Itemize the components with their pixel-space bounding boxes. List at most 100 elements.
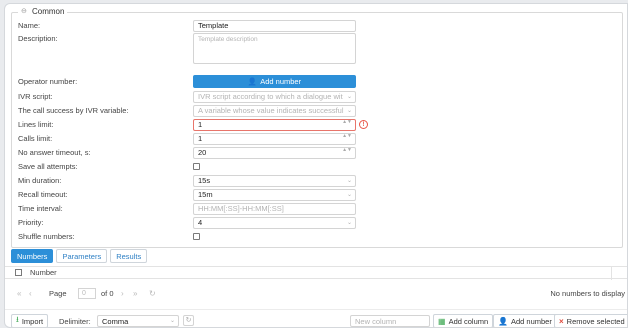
no-answer-label: No answer timeout, s: <box>18 148 91 157</box>
common-fieldset: ⊖ Common Name: Template Description: Tem… <box>11 7 623 248</box>
operator-label: Operator number: <box>18 77 78 86</box>
common-legend[interactable]: ⊖ Common <box>18 7 68 16</box>
new-column-input[interactable]: New column <box>350 315 430 327</box>
time-interval-label: Time interval: <box>18 204 63 213</box>
refresh-icon[interactable]: ↻ <box>149 289 156 298</box>
spinner-icon[interactable]: ▲▼ <box>342 120 352 125</box>
description-textarea[interactable]: Template description <box>193 33 356 64</box>
table-add-icon: ▦ <box>438 316 446 326</box>
bottom-toolbar: ⭳ Import Delimiter: Comma ⌄ ↻ New column… <box>5 309 627 327</box>
delimiter-select[interactable]: Comma ⌄ <box>97 315 179 327</box>
calls-limit-value: 1 <box>198 134 203 143</box>
select-all-checkbox[interactable] <box>15 269 22 276</box>
calls-limit-input[interactable]: 1 ▲▼ <box>193 132 356 145</box>
remove-selected-button[interactable]: × Remove selected <box>554 314 627 327</box>
reset-delimiter-icon[interactable]: ↻ <box>183 315 194 326</box>
shuffle-row: Shuffle numbers: <box>18 230 356 243</box>
tab-results[interactable]: Results <box>110 249 148 263</box>
priority-row: Priority: 4 ⌄ <box>18 216 356 229</box>
min-duration-row: Min duration: 15s ⌄ <box>18 174 356 187</box>
collapse-icon[interactable]: ⊖ <box>21 8 29 16</box>
ivr-variable-placeholder: A variable whose value indicates success… <box>198 106 344 115</box>
time-interval-input[interactable]: HH:MM[:SS]-HH:MM[:SS] <box>193 202 356 215</box>
lines-limit-value: 1 <box>198 120 203 129</box>
remove-selected-label: Remove selected <box>566 316 625 326</box>
prev-page-icon[interactable]: ‹ <box>29 289 32 298</box>
name-input[interactable]: Template <box>193 19 356 32</box>
save-attempts-row: Save all attempts: <box>18 160 356 173</box>
add-number-button[interactable]: 👤 Add number <box>493 314 557 327</box>
spinner-icon[interactable]: ▲▼ <box>342 148 352 153</box>
shuffle-label: Shuffle numbers: <box>18 232 75 241</box>
page-label: Page <box>49 288 67 298</box>
first-page-icon[interactable]: « <box>17 289 21 298</box>
no-answer-value: 20 <box>198 148 207 157</box>
operator-row: Operator number: 👤 Add number <box>18 75 356 88</box>
name-label: Name: <box>18 21 41 30</box>
user-add-icon: 👤 <box>247 77 258 86</box>
import-label: Import <box>21 316 44 326</box>
ivr-variable-row: The call success by IVR variable: A vari… <box>18 104 356 117</box>
recall-timeout-select[interactable]: 15m ⌄ <box>193 188 356 201</box>
lines-limit-label: Lines limit: <box>18 120 54 129</box>
description-row: Description: Template description <box>18 33 356 65</box>
remove-icon: × <box>559 316 564 326</box>
template-panel: ⊖ Common Name: Template Description: Tem… <box>4 3 628 328</box>
chevron-down-icon: ⌄ <box>346 177 352 184</box>
time-interval-row: Time interval: HH:MM[:SS]-HH:MM[:SS] <box>18 202 356 215</box>
priority-select[interactable]: 4 ⌄ <box>193 216 356 229</box>
column-separator <box>611 267 612 280</box>
description-label: Description: <box>18 34 58 43</box>
ivr-script-placeholder: IVR script according to which a dialogue… <box>198 92 343 101</box>
import-button[interactable]: ⭳ Import <box>11 314 49 327</box>
user-add-icon: 👤 <box>498 316 508 326</box>
lines-limit-input[interactable]: 1 ▲▼ <box>193 118 356 131</box>
tab-bar: Numbers Parameters Results <box>11 249 148 263</box>
chevron-down-icon: ⌄ <box>346 191 352 198</box>
chevron-down-icon: ⌄ <box>169 318 175 324</box>
add-operator-number-button[interactable]: 👤 Add number <box>193 75 356 88</box>
add-column-label: Add column <box>448 316 489 326</box>
add-column-button[interactable]: ▦ Add column <box>433 314 494 327</box>
chevron-down-icon: ⌄ <box>346 107 352 114</box>
chevron-down-icon: ⌄ <box>346 219 352 226</box>
error-icon: ! <box>359 120 368 129</box>
ivr-script-label: IVR script: <box>18 92 53 101</box>
delimiter-value: Comma <box>102 316 129 326</box>
pager: « ‹ Page 0 of 0 › » ↻ No numbers to disp… <box>5 286 627 300</box>
name-row: Name: Template <box>18 19 356 32</box>
import-icon: ⭳ <box>16 315 19 324</box>
add-number-toolbar-label: Add number <box>510 316 552 326</box>
min-duration-select[interactable]: 15s ⌄ <box>193 174 356 187</box>
section-title: Common <box>32 7 65 16</box>
lines-limit-row: Lines limit: 1 ▲▼ ! <box>18 118 368 131</box>
tab-parameters[interactable]: Parameters <box>56 249 108 263</box>
save-attempts-label: Save all attempts: <box>18 162 78 171</box>
no-answer-row: No answer timeout, s: 20 ▲▼ <box>18 146 356 159</box>
next-page-icon[interactable]: › <box>121 289 124 298</box>
chevron-down-icon: ⌄ <box>346 93 352 100</box>
spinner-icon[interactable]: ▲▼ <box>342 134 352 139</box>
page-number-input[interactable]: 0 <box>78 287 96 299</box>
calls-limit-row: Calls limit: 1 ▲▼ <box>18 132 356 145</box>
ivr-script-select[interactable]: IVR script according to which a dialogue… <box>193 90 356 103</box>
tab-numbers[interactable]: Numbers <box>11 249 54 263</box>
numbers-grid-header: Number <box>5 266 627 280</box>
recall-timeout-label: Recall timeout: <box>18 190 68 199</box>
priority-label: Priority: <box>18 218 44 227</box>
calls-limit-label: Calls limit: <box>18 134 53 143</box>
ivr-variable-label: The call success by IVR variable: <box>18 106 129 115</box>
last-page-icon[interactable]: » <box>133 289 137 298</box>
ivr-variable-select[interactable]: A variable whose value indicates success… <box>193 104 356 117</box>
shuffle-checkbox[interactable] <box>193 233 200 240</box>
ivr-script-row: IVR script: IVR script according to whic… <box>18 90 356 103</box>
save-attempts-checkbox[interactable] <box>193 163 200 170</box>
page-count: of 0 <box>101 288 114 298</box>
add-number-label: Add number <box>260 77 302 86</box>
column-header-number[interactable]: Number <box>30 268 57 277</box>
delimiter-label: Delimiter: <box>59 317 91 326</box>
priority-value: 4 <box>198 218 203 227</box>
no-answer-input[interactable]: 20 ▲▼ <box>193 146 356 159</box>
pager-status: No numbers to display <box>550 288 625 298</box>
min-duration-value: 15s <box>198 176 211 185</box>
